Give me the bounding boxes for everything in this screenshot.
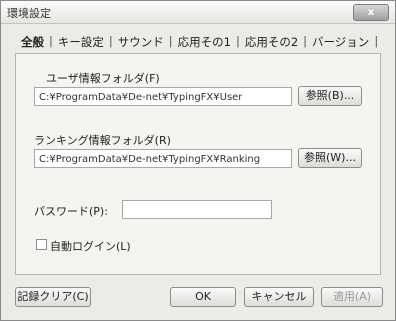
- user-folder-label: ユーザ情報フォルダ(F): [46, 72, 160, 85]
- tab-advanced-1[interactable]: 応用その1: [176, 32, 233, 52]
- tab-bar: 全般 | キー設定 | サウンド | 応用その1 | 応用その2 | バージョン…: [19, 32, 381, 52]
- ranking-folder-label: ランキング情報フォルダ(R): [34, 134, 171, 147]
- settings-dialog: 環境設定 x 全般 | キー設定 | サウンド | 応用その1 | 応用その2 …: [0, 0, 396, 321]
- tab-sound[interactable]: サウンド: [116, 32, 166, 52]
- ranking-folder-field[interactable]: C:¥ProgramData¥De-net¥TypingFX¥Ranking: [34, 149, 292, 168]
- tab-key-settings[interactable]: キー設定: [56, 32, 106, 52]
- tab-version[interactable]: バージョン: [310, 32, 371, 52]
- ranking-folder-browse-button[interactable]: 参照(W)...: [298, 148, 362, 168]
- window-title: 環境設定: [7, 7, 51, 20]
- close-icon: x: [367, 7, 375, 18]
- close-button[interactable]: x: [353, 4, 389, 21]
- tab-advanced-2[interactable]: 応用その2: [243, 32, 300, 52]
- user-folder-field[interactable]: C:¥ProgramData¥De-net¥TypingFX¥User: [34, 87, 292, 106]
- tab-separator: |: [49, 34, 53, 48]
- autologin-checkbox[interactable]: [36, 239, 47, 250]
- autologin-label: 自動ログイン(L): [50, 240, 131, 253]
- tab-separator: |: [108, 34, 113, 48]
- general-panel: ユーザ情報フォルダ(F) C:¥ProgramData¥De-net¥Typin…: [15, 53, 381, 275]
- tab-separator: |: [374, 34, 379, 48]
- user-folder-browse-button[interactable]: 参照(B)...: [298, 86, 362, 106]
- password-label: パスワード(P):: [34, 205, 108, 218]
- clear-record-button[interactable]: 記録クリア(C): [15, 287, 91, 307]
- password-field[interactable]: [122, 200, 272, 219]
- ok-button[interactable]: OK: [170, 287, 236, 307]
- tab-separator: |: [303, 34, 308, 48]
- apply-button[interactable]: 適用(A): [321, 287, 383, 307]
- tab-general[interactable]: 全般: [19, 32, 46, 52]
- tab-separator: |: [168, 34, 173, 48]
- cancel-button[interactable]: キャンセル: [244, 287, 314, 307]
- tab-separator: |: [235, 34, 240, 48]
- title-bar: 環境設定 x: [1, 1, 395, 24]
